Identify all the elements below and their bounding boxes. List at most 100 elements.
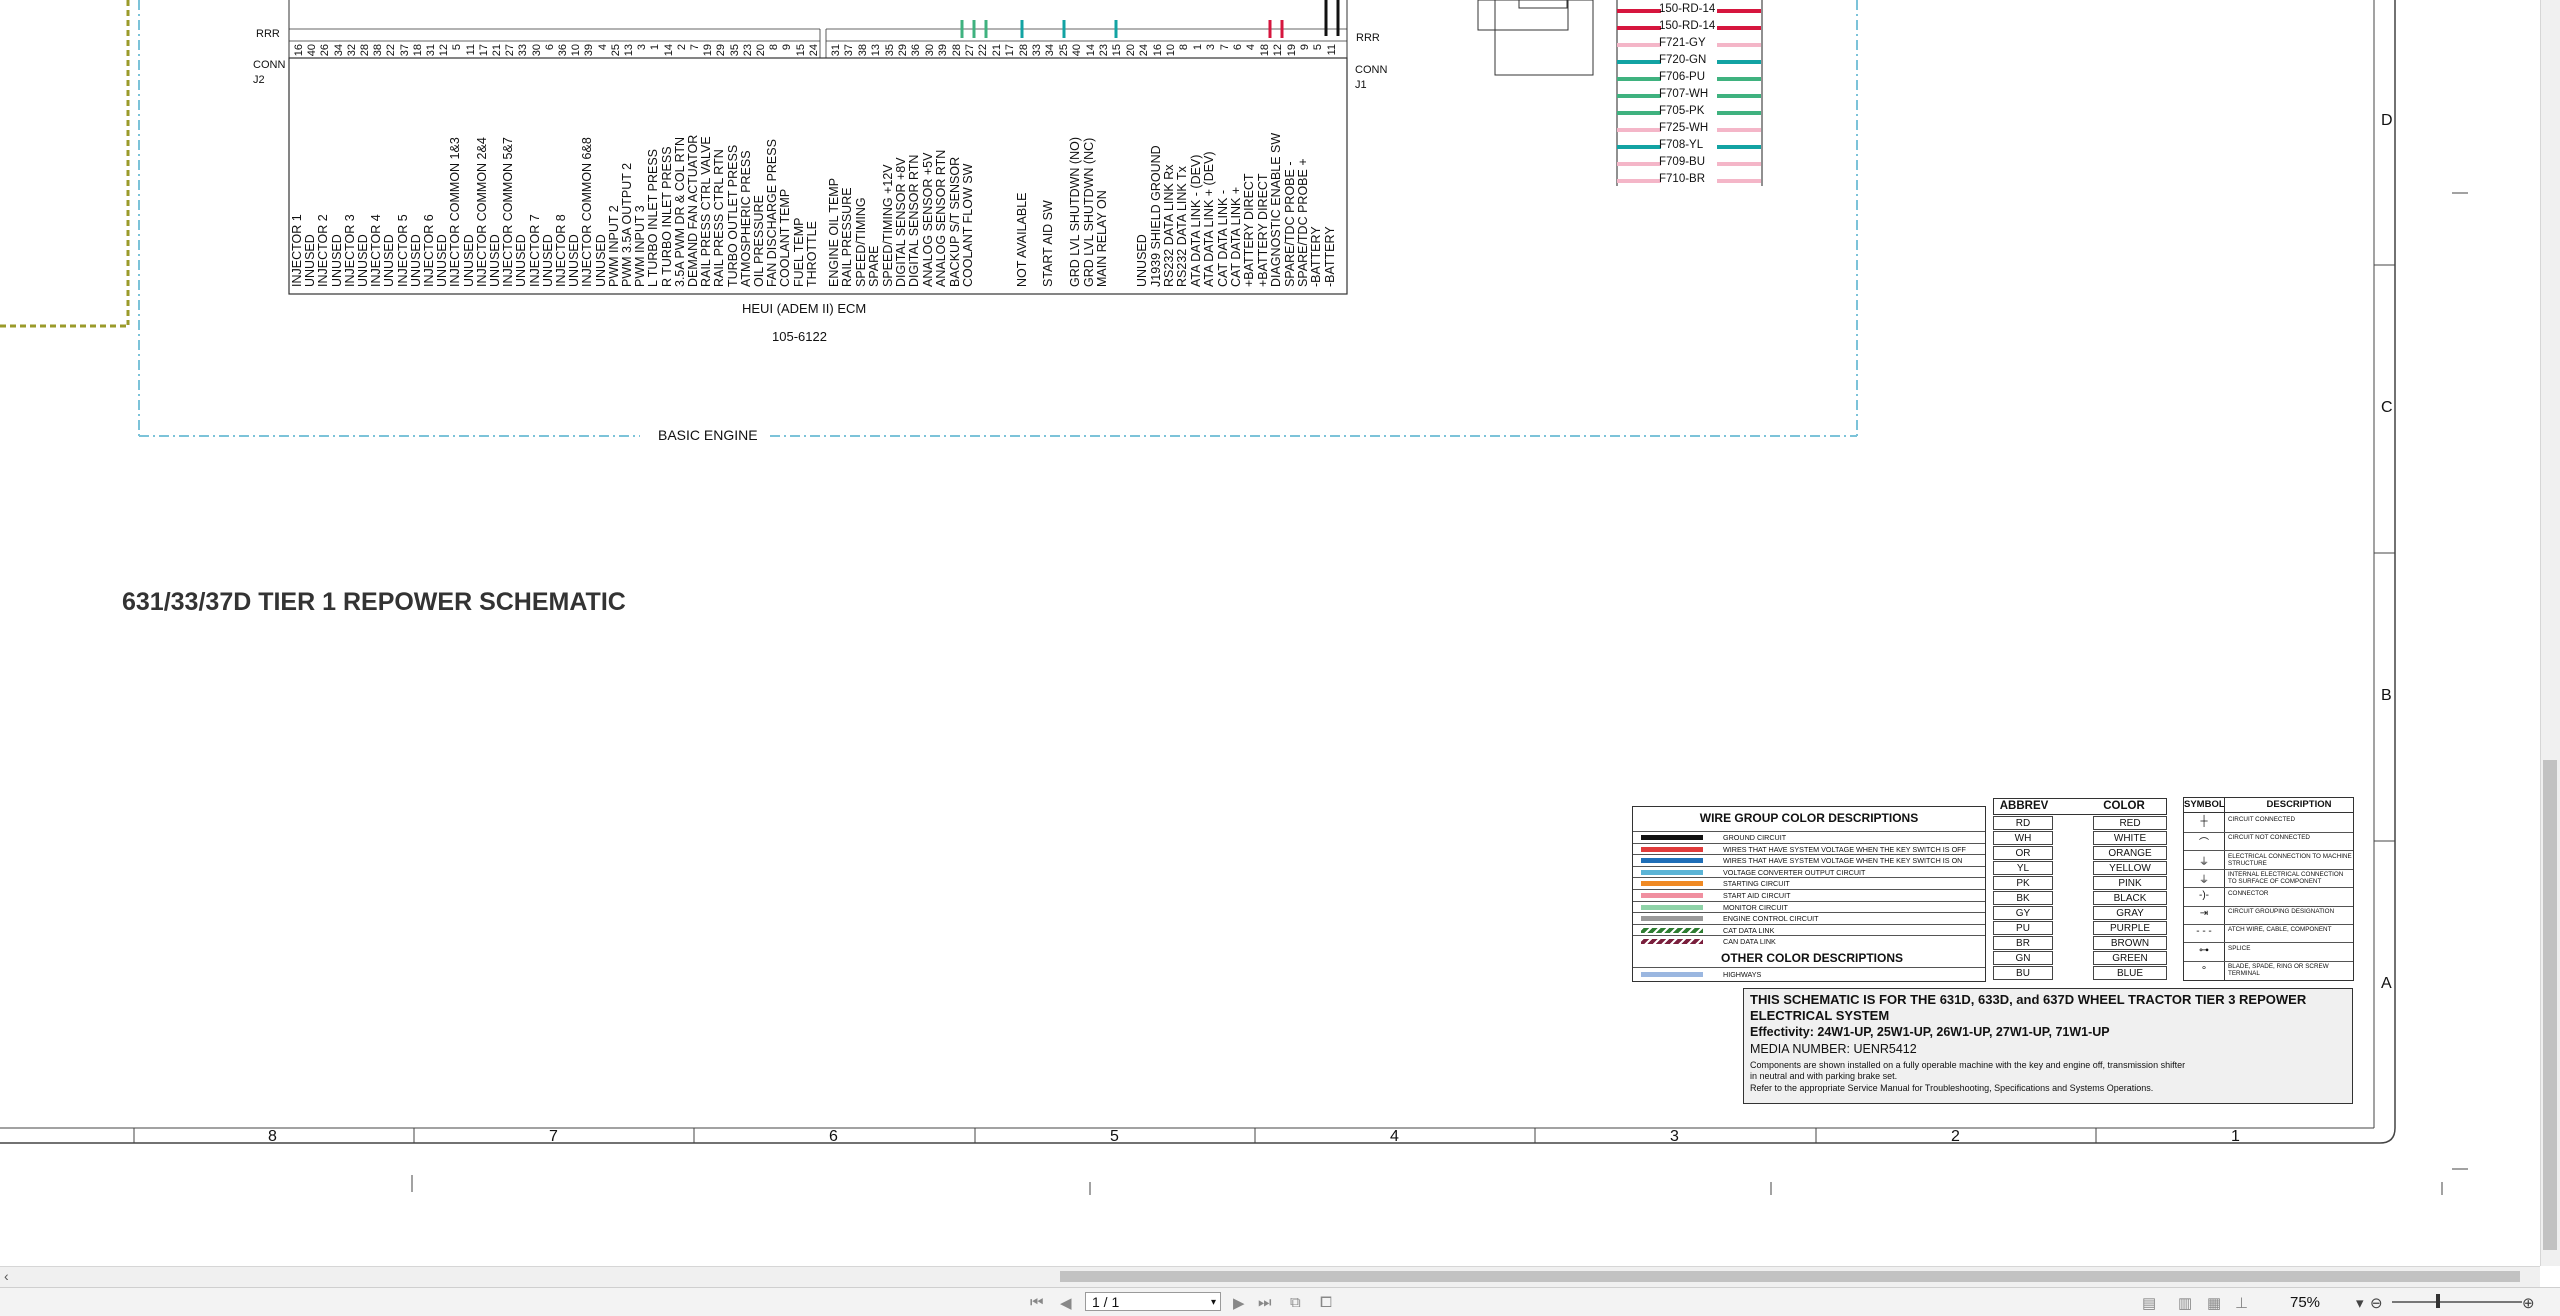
- wire-group-swatch: [1641, 939, 1703, 945]
- pin-function: COOLANT FLOW SW: [961, 163, 975, 287]
- wire-segment: [1617, 145, 1661, 149]
- schematic-title: 631/33/37D TIER 1 REPOWER SCHEMATIC: [122, 588, 626, 616]
- pin-number: 31: [425, 44, 437, 57]
- document-viewport[interactable]: RRR CONN J2 RRR CONN J1 16 40 26 34 32 28 38 22…: [0, 0, 2540, 1266]
- pin-number: 8: [1178, 44, 1191, 51]
- abbrev-row: GN GREEN: [1993, 951, 2167, 965]
- pin-number: 5: [451, 44, 464, 51]
- color-name-cell: BROWN: [2093, 936, 2167, 950]
- fit-view-icon[interactable]: ⊥: [2235, 1294, 2248, 1312]
- pin-function: DIGITAL SENSOR +8V: [894, 157, 908, 287]
- pin-number: 40: [306, 44, 319, 57]
- horizontal-scroll-thumb[interactable]: [1060, 1271, 2520, 1282]
- wire-group-label: WIRES THAT HAVE SYSTEM VOLTAGE WHEN THE …: [1723, 856, 1963, 866]
- wire-label: F708-YL: [1659, 139, 1704, 151]
- next-page-icon[interactable]: ▶: [1233, 1294, 1245, 1312]
- first-page-icon[interactable]: ⏮: [1030, 1294, 1044, 1311]
- page-view-icon[interactable]: ⧉: [1290, 1294, 1301, 1311]
- pin-function: CAT DATA LINK +: [1229, 186, 1243, 287]
- zoom-slider-track[interactable]: [2392, 1301, 2522, 1303]
- pin-number: 8: [768, 44, 781, 51]
- abbrev-row: PK PINK: [1993, 876, 2167, 890]
- abbrev-cell: BK: [1993, 891, 2053, 905]
- grid-row-d: D: [2381, 112, 2393, 129]
- pin-number: 37: [398, 44, 411, 57]
- zoom-dropdown-icon[interactable]: ▾: [2356, 1294, 2364, 1312]
- pin-number: 38: [372, 44, 385, 57]
- page-number-text: 1 / 1: [1092, 1294, 1120, 1310]
- pin-number: 29: [715, 44, 728, 57]
- multi-page-view-icon[interactable]: ▥: [2178, 1294, 2192, 1312]
- zoom-slider-handle[interactable]: [2436, 1294, 2440, 1308]
- book-page-view-icon[interactable]: ▦: [2207, 1294, 2221, 1312]
- pin-number: 2: [675, 44, 688, 51]
- pin-number: 23: [741, 44, 754, 57]
- vertical-scroll-thumb[interactable]: [2543, 760, 2557, 1250]
- pin-number: 7: [1218, 44, 1231, 51]
- scroll-left-arrow-icon[interactable]: ‹: [4, 1268, 9, 1284]
- symbol-legend: SYMBOL DESCRIPTION ┼ CIRCUIT CONNECTED ⌒ CI…: [2183, 797, 2354, 981]
- abbrev-row: GY GRAY: [1993, 906, 2167, 920]
- wire-group-row: CAN DATA LINK: [1633, 935, 1985, 947]
- previous-page-icon[interactable]: ◀: [1060, 1294, 1072, 1312]
- pin-function: TURBO OUTLET PRESS: [725, 144, 740, 287]
- color-name-cell: GREEN: [2093, 951, 2167, 965]
- abbrev-cell: PK: [1993, 876, 2053, 890]
- symbol-description: ATCH WIRE, CABLE, COMPONENT: [2228, 926, 2332, 934]
- symbol-glyph-icon: - - -: [2196, 926, 2212, 938]
- last-page-icon[interactable]: ⏭: [1258, 1294, 1272, 1311]
- pin-function: FUEL TEMP: [791, 217, 806, 287]
- book-view-icon[interactable]: ⧠: [1320, 1294, 1332, 1311]
- single-page-view-icon[interactable]: ▤: [2142, 1294, 2156, 1312]
- zoom-level[interactable]: 75%: [2290, 1294, 2320, 1311]
- grid-row-a: A: [2381, 975, 2392, 992]
- wire-group-row: CAT DATA LINK: [1633, 923, 1985, 936]
- wire-segment: [1617, 179, 1661, 183]
- zoom-out-icon[interactable]: ⊖: [2370, 1294, 2383, 1312]
- color-name-cell: BLUE: [2093, 966, 2167, 980]
- symbol-glyph-icon: -)-: [2199, 889, 2209, 901]
- pin-number: 34: [1044, 44, 1057, 57]
- pin-number: 1: [649, 44, 662, 51]
- pin-function: INJECTOR COMMON 1&3: [448, 137, 463, 287]
- wire-group-swatch: [1641, 869, 1703, 875]
- wire-label: F709-BU: [1659, 156, 1706, 168]
- page-dropdown-icon[interactable]: ▾: [1211, 1293, 1216, 1312]
- pin-number: 15: [1111, 44, 1124, 57]
- wire-group-swatch: [1641, 927, 1703, 933]
- color-name-cell: RED: [2093, 816, 2167, 830]
- pin-number: 26: [319, 44, 332, 57]
- grid-col-2: 2: [1951, 1128, 1960, 1145]
- symbol-description: BLADE, SPADE, RING OR SCREW TERMINAL: [2228, 963, 2329, 978]
- wire-segment: [1717, 162, 1761, 166]
- symbol-glyph-icon: ⏚: [2199, 875, 2209, 887]
- wire-segment: [1717, 26, 1761, 30]
- wire-label: F725-WH: [1659, 122, 1709, 134]
- abbrev-row: RD RED: [1993, 816, 2167, 830]
- pin-function: ATMOSPHERIC PRESS: [738, 150, 753, 287]
- grid-row-c: C: [2381, 399, 2393, 416]
- symbol-glyph-icon: ⌒: [2199, 838, 2209, 850]
- pin-number: 33: [517, 44, 530, 57]
- pin-function: UNUSED: [356, 234, 370, 287]
- wire-group-label: MONITOR CIRCUIT: [1723, 902, 1788, 912]
- pin-number: 19: [702, 44, 715, 57]
- pin-number: 29: [897, 44, 909, 57]
- pin-function: L TURBO INLET PRESS: [646, 148, 661, 287]
- zoom-in-icon[interactable]: ⊕: [2522, 1294, 2535, 1312]
- pin-number: 15: [794, 44, 807, 57]
- symbol-description: CIRCUIT NOT CONNECTED: [2228, 834, 2310, 842]
- wire-group-label: ENGINE CONTROL CIRCUIT: [1723, 914, 1819, 924]
- wire-segment: [1617, 43, 1661, 47]
- pin-function: INJECTOR 1: [290, 214, 304, 287]
- pin-number: 12: [1272, 44, 1285, 57]
- abbrev-cell: BU: [1993, 966, 2053, 980]
- wire-group-label: GROUND CIRCUIT: [1723, 833, 1787, 842]
- pin-function: +BATTERY DIRECT: [1255, 173, 1270, 287]
- symbol-description: ELECTRICAL CONNECTION TO MACHINE STRUCTU…: [2228, 852, 2352, 867]
- pin-function: INJECTOR 2: [316, 214, 331, 287]
- wire-group-row: ENGINE CONTROL CIRCUIT: [1633, 912, 1985, 924]
- page-number-field[interactable]: 1 / 1 ▾: [1085, 1292, 1221, 1311]
- pin-function: SPARE/TDC PROBE +: [1296, 158, 1310, 287]
- symbol-row: ⏚ INTERNAL ELECTRICAL CONNECTION TO SURFA…: [2184, 869, 2353, 889]
